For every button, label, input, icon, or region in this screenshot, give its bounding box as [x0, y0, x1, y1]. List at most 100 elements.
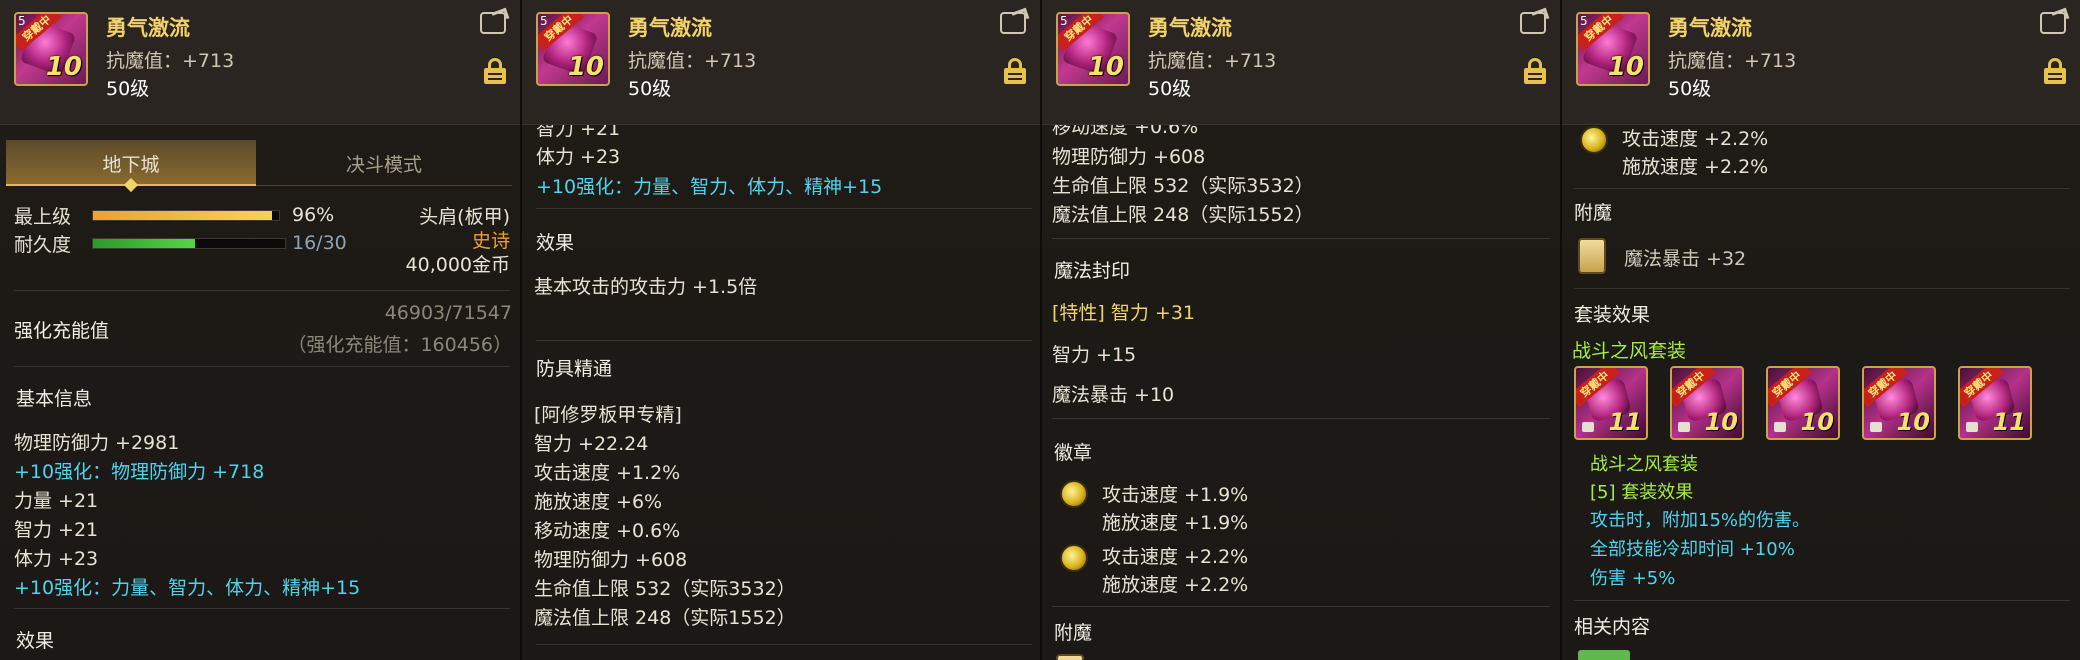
active-tab-indicator: [123, 177, 139, 193]
grade-percent: 96%: [292, 204, 335, 226]
mastery-line: 物理防御力 +608: [534, 549, 688, 571]
item-stat: 抗魔值：+713: [1148, 50, 1277, 72]
set-bonus-line: 全部技能冷却时间 +10%: [1590, 539, 1795, 560]
seal-line: 魔法暴击 +10: [1052, 384, 1175, 406]
set-bonus-line: 攻击时，附加15%的伤害。: [1590, 510, 1811, 531]
section-enchant: 附魔: [1574, 202, 1613, 224]
enchant-card-icon: [1578, 238, 1606, 274]
set-bonus-line: 伤害 +5%: [1590, 568, 1676, 589]
item-icon: 穿戴中 5 10: [1576, 12, 1650, 86]
section-magic-seal: 魔法封印: [1054, 260, 1131, 282]
section-basic-info: 基本信息: [16, 388, 93, 410]
stat-line: 体力 +23: [14, 548, 99, 570]
section-related: 相关内容: [1574, 616, 1651, 638]
charge-label: 强化充能值: [14, 320, 110, 342]
item-stat: 抗魔值：+713: [1668, 50, 1797, 72]
enchant-line: 魔法暴击 +32: [1624, 248, 1747, 270]
emblem-line: 施放速度 +1.9%: [1102, 512, 1249, 534]
tooltip-panel-1: 穿戴中 5 10 勇气激流 抗魔值：+713 50级 地下城 决斗模式 最上级 …: [0, 0, 520, 660]
item-header: 穿戴中 5 10 勇气激流 抗魔值：+713 50级: [1562, 0, 2080, 125]
stat-line: 物理防御力 +608: [1052, 146, 1206, 168]
item-level: 50级: [628, 78, 672, 100]
stat-line: 物理防御力 +2981: [14, 432, 180, 454]
durability-bar: [92, 238, 286, 249]
mastery-line: 施放速度 +6%: [534, 491, 663, 513]
emblem-line: 施放速度 +2.2%: [1102, 574, 1249, 596]
stat-line: 体力 +23: [536, 146, 621, 168]
mastery-line: [阿修罗板甲专精]: [534, 404, 682, 426]
stat-line: 魔法值上限 248（实际1552）: [1052, 204, 1314, 226]
set-item-icon[interactable]: 穿戴中 10: [1862, 366, 1936, 440]
grade-bar: [92, 210, 280, 221]
tab-pvp[interactable]: 决斗模式: [256, 140, 512, 186]
set-item-icon[interactable]: 穿戴中 11: [1574, 366, 1648, 440]
emblem-icon: [1580, 126, 1608, 154]
section-set-effect: 套装效果: [1574, 304, 1651, 326]
section-effect: 效果: [536, 232, 575, 254]
tab-dungeon[interactable]: 地下城: [6, 140, 256, 193]
charge-value: 46903/71547: [384, 302, 512, 324]
mastery-line: 智力 +22.24: [534, 433, 649, 455]
lock-icon[interactable]: [2044, 58, 2066, 84]
price: 40,000金币: [405, 254, 510, 276]
lock-icon[interactable]: [1004, 58, 1026, 84]
stat-line: 智力 +21: [14, 519, 99, 541]
item-level: 50级: [1148, 78, 1192, 100]
section-emblem: 徽章: [1054, 442, 1093, 464]
item-header: 穿戴中 5 10 勇气激流 抗魔值：+713 50级: [0, 0, 520, 125]
mode-tabs: 地下城 决斗模式: [6, 140, 512, 193]
tooltip-panel-4: 穿戴中 5 10 勇气激流 抗魔值：+713 50级 攻击速度 +2.2% 施放…: [1562, 0, 2080, 660]
lock-icon[interactable]: [1524, 58, 1546, 84]
stat-line: 生命值上限 532（实际3532）: [1052, 175, 1314, 197]
charge-extra: （强化充能值：160456）: [287, 334, 512, 356]
set-item-icon[interactable]: 穿戴中 10: [1766, 366, 1840, 440]
stat-line: +10强化：力量、智力、体力、精神+15: [536, 176, 883, 198]
stat-line: 力量 +21: [14, 490, 99, 512]
mastery-line: 攻击速度 +1.2%: [534, 462, 681, 484]
grade-label: 最上级: [14, 206, 72, 228]
item-icon: 穿戴中 5 10: [536, 12, 610, 86]
rarity: 史诗: [471, 230, 510, 252]
emblem-line: 攻击速度 +1.9%: [1102, 484, 1249, 506]
item-stat: 抗魔值：+713: [628, 50, 757, 72]
set-name: 战斗之风套装: [1590, 454, 1698, 475]
enchant-card-icon: [1056, 654, 1084, 660]
emblem-icon: [1060, 544, 1088, 572]
item-stat: 抗魔值：+713: [106, 50, 235, 72]
share-icon[interactable]: [480, 12, 506, 34]
tooltip-panel-2: 穿戴中 5 10 勇气激流 抗魔值：+713 50级 智力 +21 体力 +23…: [522, 0, 1040, 660]
item-slot: 头肩(板甲): [419, 206, 510, 228]
item-level: 50级: [1668, 78, 1712, 100]
durability-value: 16/30: [292, 232, 347, 254]
set-name: 战斗之风套装: [1572, 340, 1687, 362]
durability-label: 耐久度: [14, 234, 72, 256]
share-icon[interactable]: [2040, 12, 2066, 34]
set-item-icon[interactable]: 穿戴中 11: [1958, 366, 2032, 440]
mastery-line: 魔法值上限 248（实际1552）: [534, 607, 796, 629]
share-icon[interactable]: [1520, 12, 1546, 34]
stat-line: +10强化：物理防御力 +718: [14, 461, 265, 483]
share-icon[interactable]: [1000, 12, 1026, 34]
related-tag-button[interactable]: [1578, 650, 1630, 660]
item-name: 勇气激流: [106, 16, 190, 40]
item-level: 50级: [106, 78, 150, 100]
seal-line: 智力 +15: [1052, 344, 1137, 366]
seal-line: [特性] 智力 +31: [1052, 302, 1196, 324]
section-mastery: 防具精通: [536, 358, 613, 380]
item-name: 勇气激流: [1148, 16, 1232, 40]
emblem-line: 施放速度 +2.2%: [1622, 156, 1769, 178]
item-header: 穿戴中 5 10 勇气激流 抗魔值：+713 50级: [522, 0, 1040, 125]
set-bonus-title: [5] 套装效果: [1590, 482, 1694, 503]
set-item-icon[interactable]: 穿戴中 10: [1670, 366, 1744, 440]
item-icon: 穿戴中 5 10: [1056, 12, 1130, 86]
item-header: 穿戴中 5 10 勇气激流 抗魔值：+713 50级: [1042, 0, 1560, 125]
mastery-line: 生命值上限 532（实际3532）: [534, 578, 796, 600]
section-effect: 效果: [16, 630, 55, 652]
lock-icon[interactable]: [484, 58, 506, 84]
emblem-icon: [1060, 480, 1088, 508]
grade-badge: 5: [18, 14, 26, 28]
effect-line: 基本攻击的攻击力 +1.5倍: [534, 276, 758, 298]
item-icon: 穿戴中 5 10: [14, 12, 88, 86]
emblem-line: 攻击速度 +2.2%: [1102, 546, 1249, 568]
tooltip-panel-3: 穿戴中 5 10 勇气激流 抗魔值：+713 50级 移动速度 +0.6% 物理…: [1042, 0, 1560, 660]
